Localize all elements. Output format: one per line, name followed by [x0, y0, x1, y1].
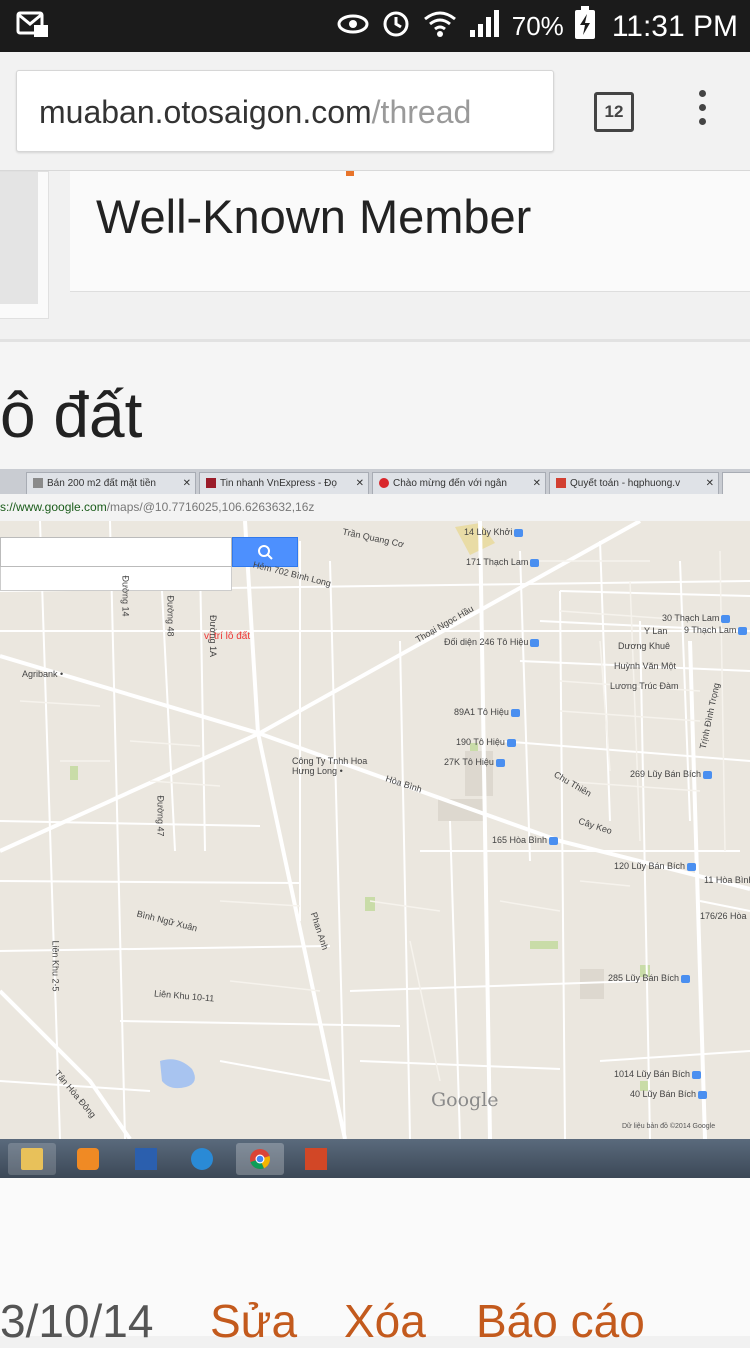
internet-explorer-icon[interactable]: [178, 1143, 226, 1175]
member-title: Well-Known Member: [96, 190, 532, 243]
place-label: Agribank •: [22, 669, 64, 679]
google-map[interactable]: vị trí lô đất Trần Quang Cơ Hẻm 702 Bình…: [0, 521, 750, 1139]
street-label: Đường 1A: [207, 615, 218, 657]
signal-icon: [468, 8, 502, 45]
file-explorer-icon[interactable]: [8, 1143, 56, 1175]
post-date: 3/10/14: [0, 1295, 154, 1347]
post-title: ô đất: [0, 379, 143, 451]
wifi-icon: [422, 7, 458, 46]
place-label: 171 Thạch Lam: [466, 557, 540, 567]
desktop-tab: Tin nhanh VnExpress - Đọ ✕: [199, 472, 369, 494]
message-icon: [16, 10, 50, 45]
online-indicator: [346, 171, 354, 176]
place-label: 1014 Lũy Bán Bích: [614, 1069, 702, 1079]
page-icon: [33, 478, 43, 489]
delete-link[interactable]: Xóa: [344, 1294, 426, 1348]
url-host: muaban.otosaigon.com: [39, 94, 372, 130]
place-label: 176/26 Hòa: [700, 911, 747, 921]
street-label: Huỳnh Văn Một: [614, 661, 677, 671]
place-label: 27K Tô Hiệu: [444, 757, 505, 767]
status-bar: 70% 11:31 PM: [0, 0, 750, 52]
user-info-box: Well-Known Member: [70, 171, 750, 292]
avatar[interactable]: [0, 171, 49, 319]
url-bar[interactable]: muaban.otosaigon.com/thread: [16, 70, 554, 152]
post-footer: 3/10/14 Sửa Xóa Báo cáo: [0, 1178, 750, 1347]
map-roads: [0, 521, 750, 1139]
street-label: Đường 14: [120, 575, 131, 617]
place-label: 14 Lũy Khởi: [464, 527, 524, 537]
desktop-browser-tabs: Bán 200 m2 đất mặt tiền ✕ Tin nhanh VnExp…: [0, 469, 750, 494]
url-path: /thread: [371, 94, 472, 130]
clock: 11:31 PM: [611, 9, 738, 43]
map-search-input[interactable]: [0, 537, 232, 567]
overflow-menu-icon[interactable]: [690, 90, 714, 132]
word-icon[interactable]: [122, 1143, 170, 1175]
street-label: Lương Trúc Đàm: [610, 681, 679, 691]
alarm-icon: [380, 7, 412, 46]
post-author-block: Well-Known Member: [0, 171, 750, 341]
place-label: 285 Lũy Bán Bích: [608, 973, 691, 983]
windows-taskbar: [0, 1139, 750, 1179]
vnexpress-icon: [206, 478, 216, 489]
battery-charging-icon: [574, 6, 596, 47]
street-label: Y Lan: [644, 626, 668, 636]
street-label: Đường 47: [155, 795, 166, 837]
browser-toolbar: muaban.otosaigon.com/thread 12: [0, 52, 750, 171]
street-label: Đường 48: [165, 595, 176, 637]
embedded-screenshot[interactable]: Bán 200 m2 đất mặt tiền ✕ Tin nhanh VnExp…: [0, 469, 750, 1179]
map-copyright: Dữ liệu bản đồ ©2014 Google: [622, 1123, 716, 1130]
street-label: Dương Khuê: [618, 641, 670, 651]
eye-icon: [336, 10, 370, 43]
google-logo: Google: [431, 1089, 499, 1111]
chrome-icon[interactable]: [236, 1143, 284, 1175]
report-link[interactable]: Báo cáo: [476, 1294, 645, 1348]
place-label: 165 Hòa Bình: [492, 835, 559, 845]
desktop-tab: Quyết toán - hqphuong.v ✕: [549, 472, 719, 494]
street-label: Liên Khu 2-5: [50, 940, 61, 992]
battery-percent: 70%: [511, 11, 564, 41]
desktop-tab-active: [722, 472, 750, 494]
place-label: 120 Lũy Bán Bích: [614, 861, 697, 871]
tab-switcher-button[interactable]: 12: [594, 92, 634, 132]
place-label: 9 Thạch Lam: [684, 625, 748, 635]
powerpoint-icon[interactable]: [292, 1143, 340, 1175]
place-label: Đối diện 246 Tô Hiệu: [444, 637, 540, 647]
place-label: 89A1 Tô Hiệu: [454, 707, 520, 717]
place-label: 40 Lũy Bán Bích: [630, 1089, 708, 1099]
place-label: 190 Tô Hiệu: [456, 737, 516, 747]
place-label: 11 Hòa Bình: [704, 875, 750, 885]
edit-link[interactable]: Sửa: [210, 1294, 297, 1348]
place-label: Công Ty Tnhh Hoa Hưng Long •: [292, 756, 368, 776]
desktop-address-bar: s://www.google.com/maps/@10.7716025,106.…: [0, 494, 750, 522]
gmail-icon: [556, 478, 566, 489]
place-label: 269 Lũy Bán Bích: [630, 769, 713, 779]
desktop-tab: Bán 200 m2 đất mặt tiền ✕: [26, 472, 196, 494]
post-body: ô đất Bán 200 m2 đất mặt tiền ✕ Tin nhanh…: [0, 342, 750, 1179]
media-player-icon[interactable]: [64, 1143, 112, 1175]
place-label: 30 Thạch Lam: [662, 613, 731, 623]
desktop-tab: Chào mừng đến với ngân ✕: [372, 472, 546, 494]
bank-icon: [379, 478, 389, 489]
map-search-suggestions: [0, 567, 232, 591]
